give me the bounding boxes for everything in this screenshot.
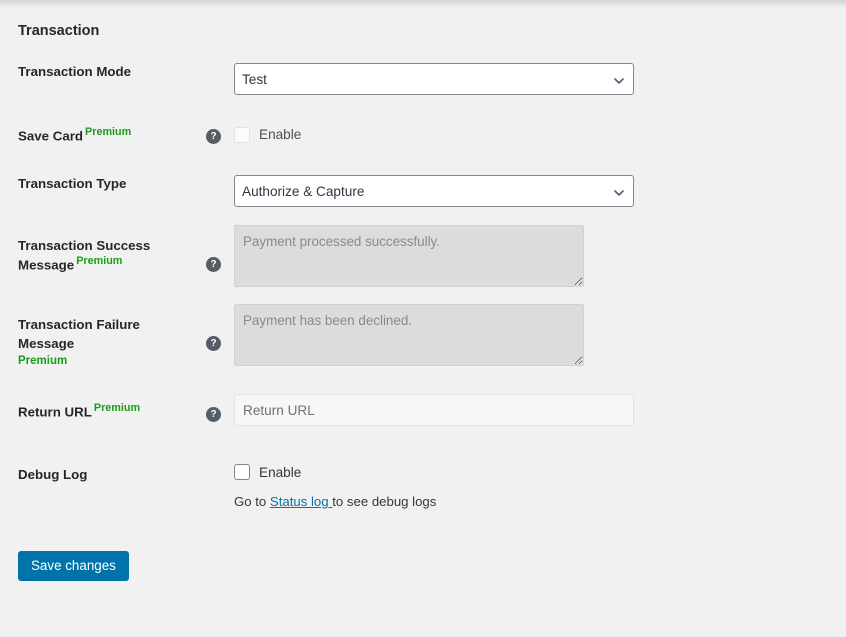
settings-page: Transaction Transaction Mode Test Save C… xyxy=(0,0,846,637)
label-text: Save Card xyxy=(18,128,84,144)
premium-badge: Premium xyxy=(18,354,68,367)
help-icon[interactable]: ? xyxy=(206,336,221,352)
label-text: Transaction Failure Message xyxy=(18,317,140,352)
field-row-transaction-mode: Transaction Mode Test xyxy=(0,62,846,95)
field-row-transaction-failure-message: Transaction Failure Message Premium ? xyxy=(0,304,846,371)
premium-badge: Premium xyxy=(93,402,141,415)
premium-badge: Premium xyxy=(76,255,123,268)
transaction-mode-select[interactable]: Test xyxy=(234,62,634,95)
submit-area: Save changes xyxy=(0,551,846,582)
help-icon[interactable]: ? xyxy=(206,128,221,144)
help-icon[interactable]: ? xyxy=(206,257,221,273)
return-url-input[interactable] xyxy=(234,394,634,427)
field-transaction-success-message xyxy=(234,225,846,292)
settings-content: Transaction Transaction Mode Test Save C… xyxy=(0,0,846,582)
field-return-url xyxy=(234,394,846,427)
field-row-return-url: Return URL Premium ? xyxy=(0,394,846,427)
transaction-type-select-wrap[interactable]: Authorize & Capture xyxy=(234,175,634,208)
field-transaction-mode: Test xyxy=(234,62,846,95)
status-log-link[interactable]: Status log xyxy=(270,494,332,509)
hint-prefix: Go to xyxy=(234,494,270,510)
help-icon[interactable]: ? xyxy=(206,407,221,423)
label-text: Transaction Type xyxy=(18,176,127,192)
hint-suffix: to see debug logs xyxy=(332,494,437,510)
debug-log-checkbox-row[interactable]: Enable xyxy=(234,464,846,481)
field-debug-log: Enable Go to Status log to see debug log… xyxy=(234,464,846,509)
label-transaction-mode: Transaction Mode xyxy=(0,63,206,82)
label-text: Transaction Mode xyxy=(18,63,132,79)
premium-badge: Premium xyxy=(85,125,132,138)
label-return-url: Return URL Premium xyxy=(0,403,206,422)
label-text-line-2: Message xyxy=(18,257,75,273)
transaction-type-select[interactable]: Authorize & Capture xyxy=(234,175,634,208)
save-card-checkbox-row[interactable]: Enable xyxy=(234,126,846,143)
save-card-checkbox[interactable] xyxy=(234,126,250,143)
field-transaction-type: Authorize & Capture xyxy=(234,175,846,208)
help-slot-transaction-failure-message: ? xyxy=(206,316,234,352)
field-row-transaction-type: Transaction Type Authorize & Capture xyxy=(0,175,846,208)
field-transaction-failure-message xyxy=(234,304,846,371)
debug-log-hint: Go to Status log to see debug logs xyxy=(234,494,846,509)
field-save-card: Enable xyxy=(234,126,846,143)
debug-log-checkbox-label: Enable xyxy=(259,464,302,480)
label-save-card: Save Card Premium xyxy=(0,125,206,146)
label-debug-log: Debug Log xyxy=(0,466,206,485)
settings-form: Transaction Mode Test Save Card Premium … xyxy=(0,62,846,509)
help-slot-transaction-type xyxy=(206,175,234,177)
help-slot-transaction-mode xyxy=(206,63,234,65)
help-slot-debug-log xyxy=(206,466,234,468)
save-changes-button[interactable]: Save changes xyxy=(18,551,129,582)
field-row-transaction-success-message: Transaction Success Message Premium ? xyxy=(0,225,846,292)
label-transaction-success-message: Transaction Success Message Premium xyxy=(0,237,206,275)
label-text: Debug Log xyxy=(18,467,88,483)
debug-log-checkbox[interactable] xyxy=(234,464,250,481)
transaction-failure-message-textarea[interactable] xyxy=(234,304,584,367)
field-row-save-card: Save Card Premium ? Enable xyxy=(0,125,846,146)
label-transaction-failure-message: Transaction Failure Message Premium xyxy=(0,316,206,369)
label-text-line-1: Transaction Success xyxy=(18,238,151,254)
help-slot-transaction-success-message: ? xyxy=(206,237,234,273)
label-transaction-type: Transaction Type xyxy=(0,175,206,194)
help-slot-return-url: ? xyxy=(206,403,234,423)
page-title: Transaction xyxy=(18,23,100,39)
label-text: Return URL xyxy=(18,404,92,420)
transaction-success-message-textarea[interactable] xyxy=(234,225,584,288)
help-slot-save-card: ? xyxy=(206,127,234,144)
transaction-mode-select-wrap[interactable]: Test xyxy=(234,62,634,95)
field-row-debug-log: Debug Log Enable Go to Status log to see… xyxy=(0,464,846,509)
save-card-checkbox-label: Enable xyxy=(259,127,302,143)
